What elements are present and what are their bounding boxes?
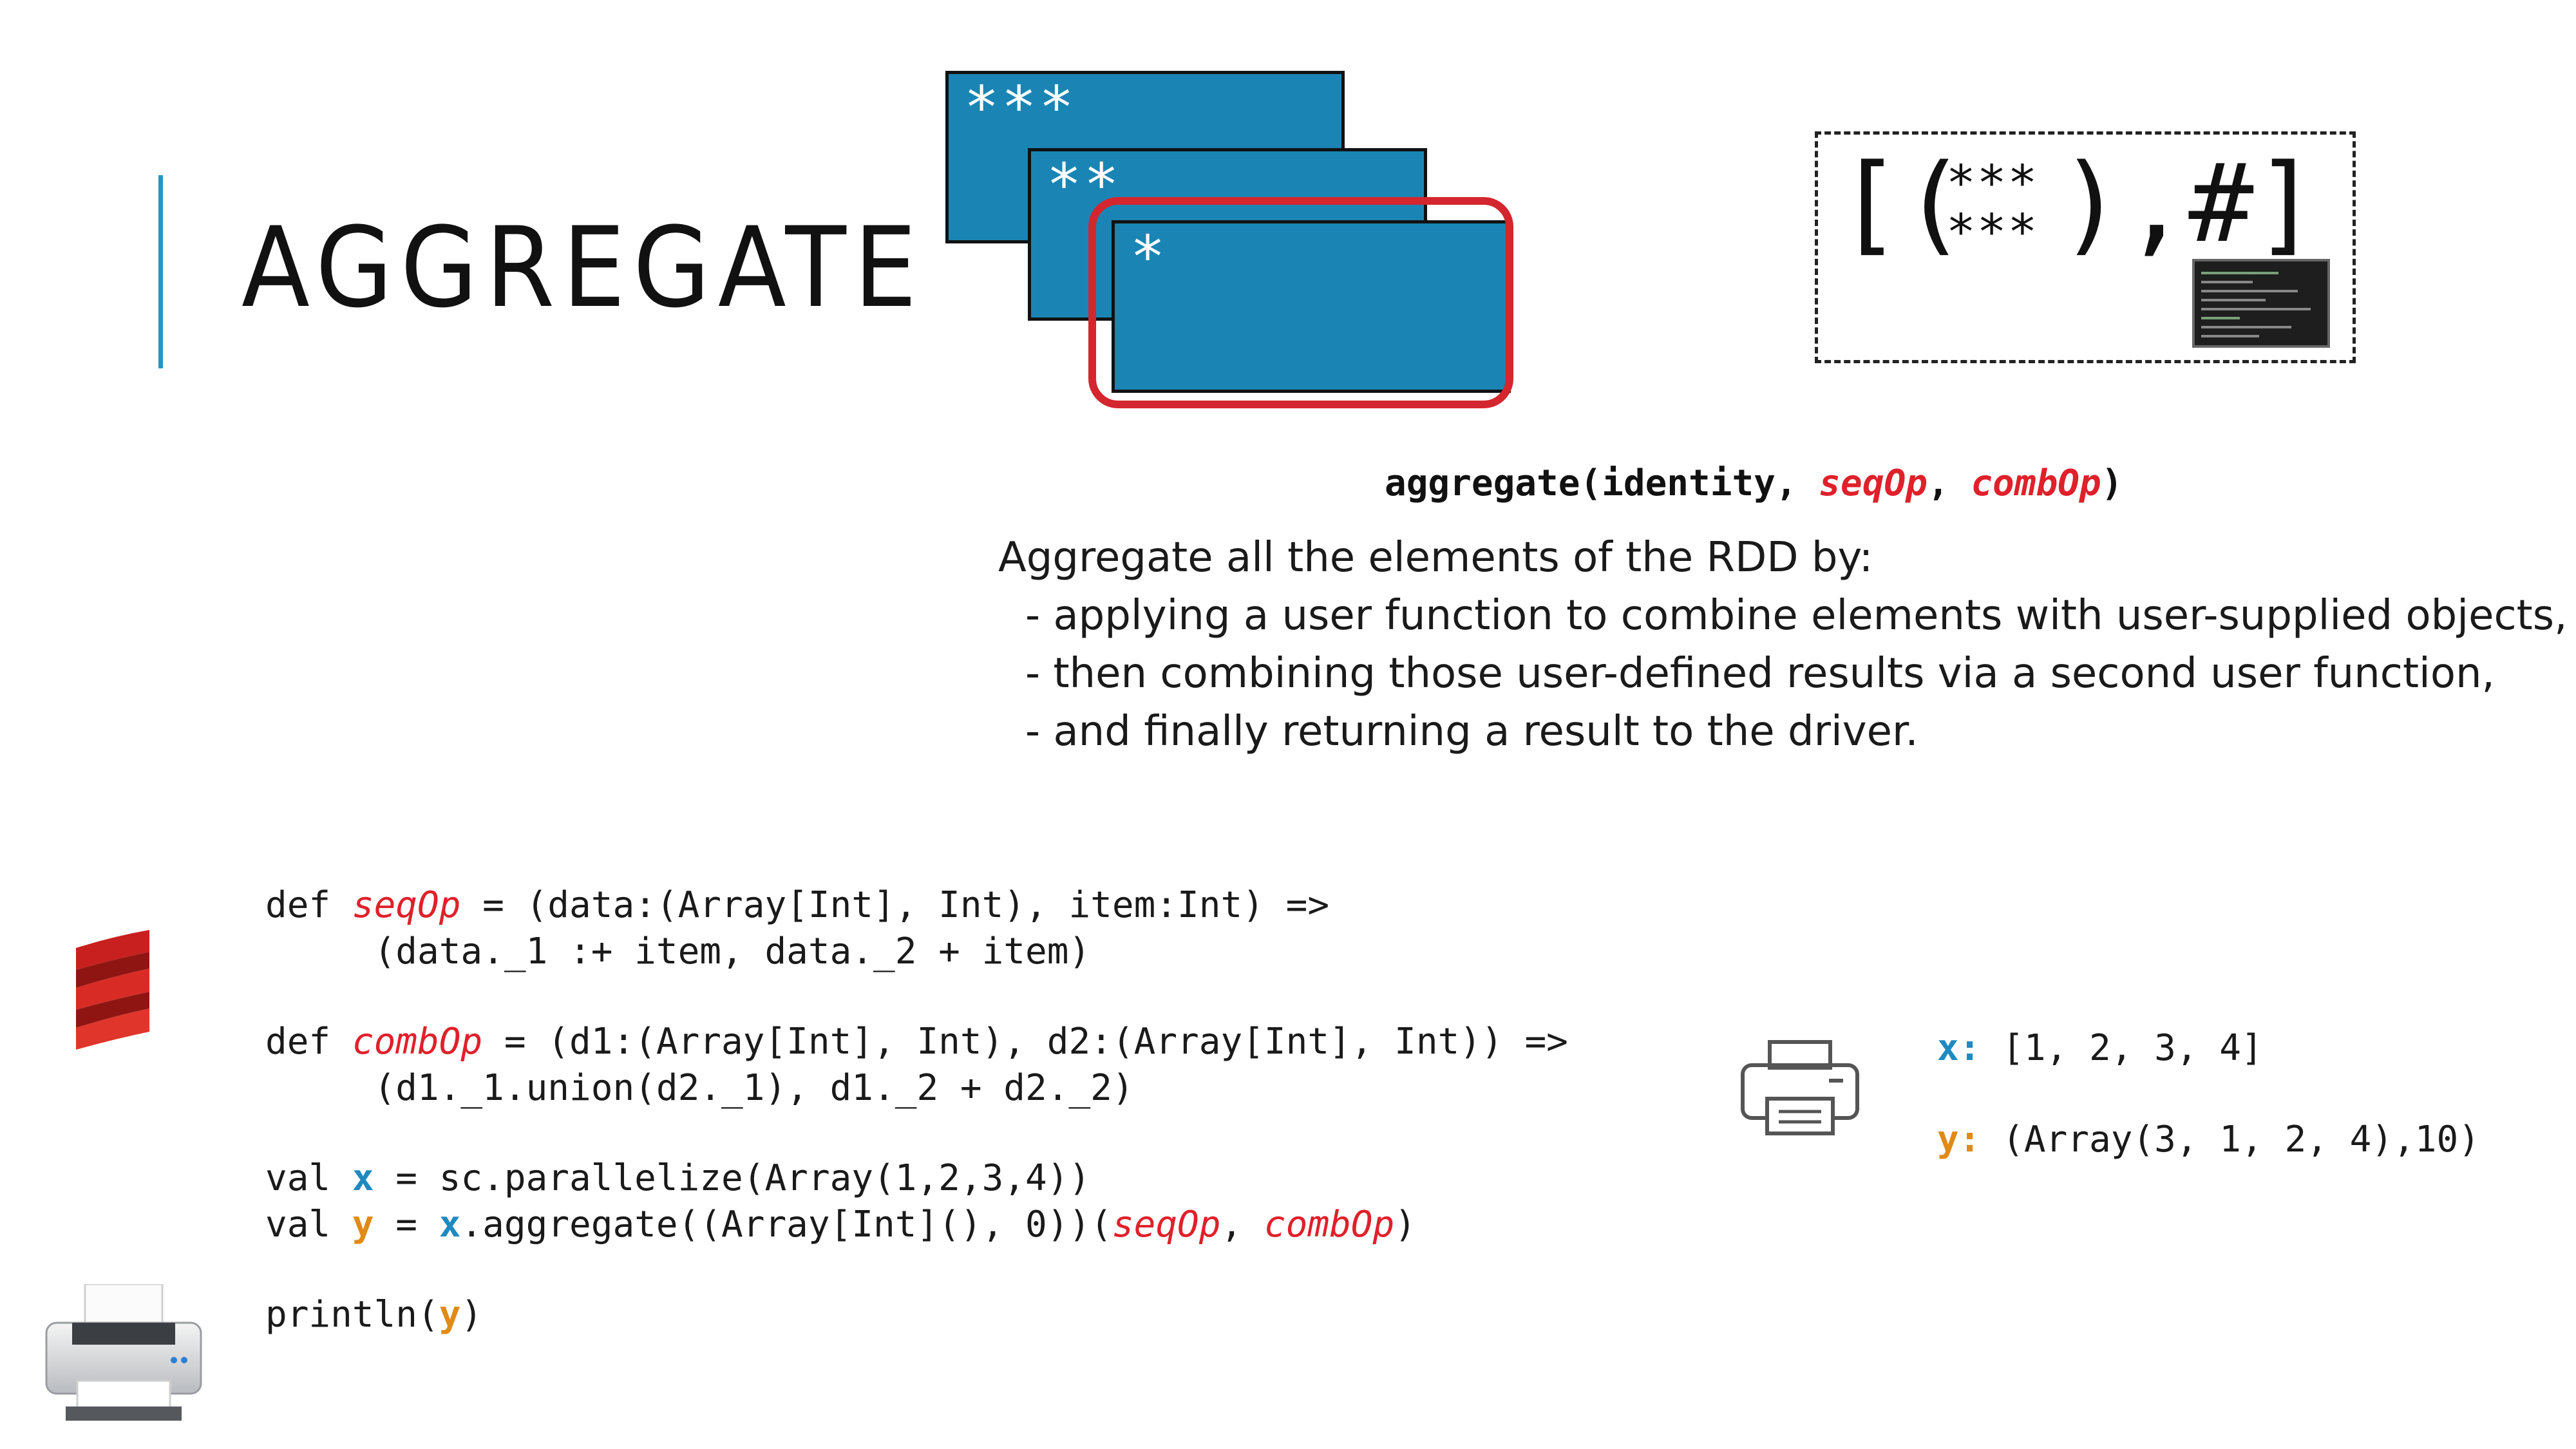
code-line-6: val y = x.aggregate((Array[Int](), 0))(s…: [265, 1204, 1416, 1245]
output-x: x: [1, 2, 3, 4]: [1937, 1027, 2263, 1069]
signature-combop: combOp: [1971, 462, 2101, 504]
code-line-4: (d1._1.union(d2._1), d1._2 + d2._2): [265, 1067, 1134, 1109]
slide-title: AGGREGATE: [242, 203, 925, 332]
title-accent-bar: [158, 175, 163, 368]
terminal-thumbnail-icon: [2192, 259, 2330, 348]
code-line-7: println(y): [265, 1294, 483, 1336]
printer-outline-icon: [1741, 1040, 1859, 1135]
function-signature: aggregate(identity, seqOp, combOp): [1385, 462, 2123, 504]
highlight-ring: [1088, 197, 1513, 408]
code-line-5: val x = sc.parallelize(Array(1,2,3,4)): [265, 1157, 1091, 1199]
description-bullet-2: - then combining those user-defined resu…: [1025, 650, 2495, 697]
code-line-2: (data._1 :+ item, data._2 + item): [265, 931, 1091, 972]
signature-seqop: seqOp: [1819, 462, 1927, 504]
result-stars-bottom: ***: [1946, 203, 2039, 260]
result-close: ),#]: [2058, 140, 2319, 267]
description-intro: Aggregate all the elements of the RDD by…: [998, 534, 1873, 582]
result-stars-top: ***: [1946, 154, 2039, 211]
scala-logo-icon: [76, 930, 149, 1050]
partition-label-1: ***: [964, 74, 1077, 142]
description-bullet-3: - and finally returning a result to the …: [1025, 708, 1918, 755]
code-line-1: def seqOp = (data:(Array[Int], Int), ite…: [265, 884, 1330, 926]
printer-icon: [45, 1284, 202, 1421]
output-y: y: (Array(3, 1, 2, 4),10): [1937, 1119, 2480, 1160]
code-line-3: def combOp = (d1:(Array[Int], Int), d2:(…: [265, 1021, 1568, 1063]
description-bullet-1: - applying a user function to combine el…: [1025, 592, 2568, 639]
